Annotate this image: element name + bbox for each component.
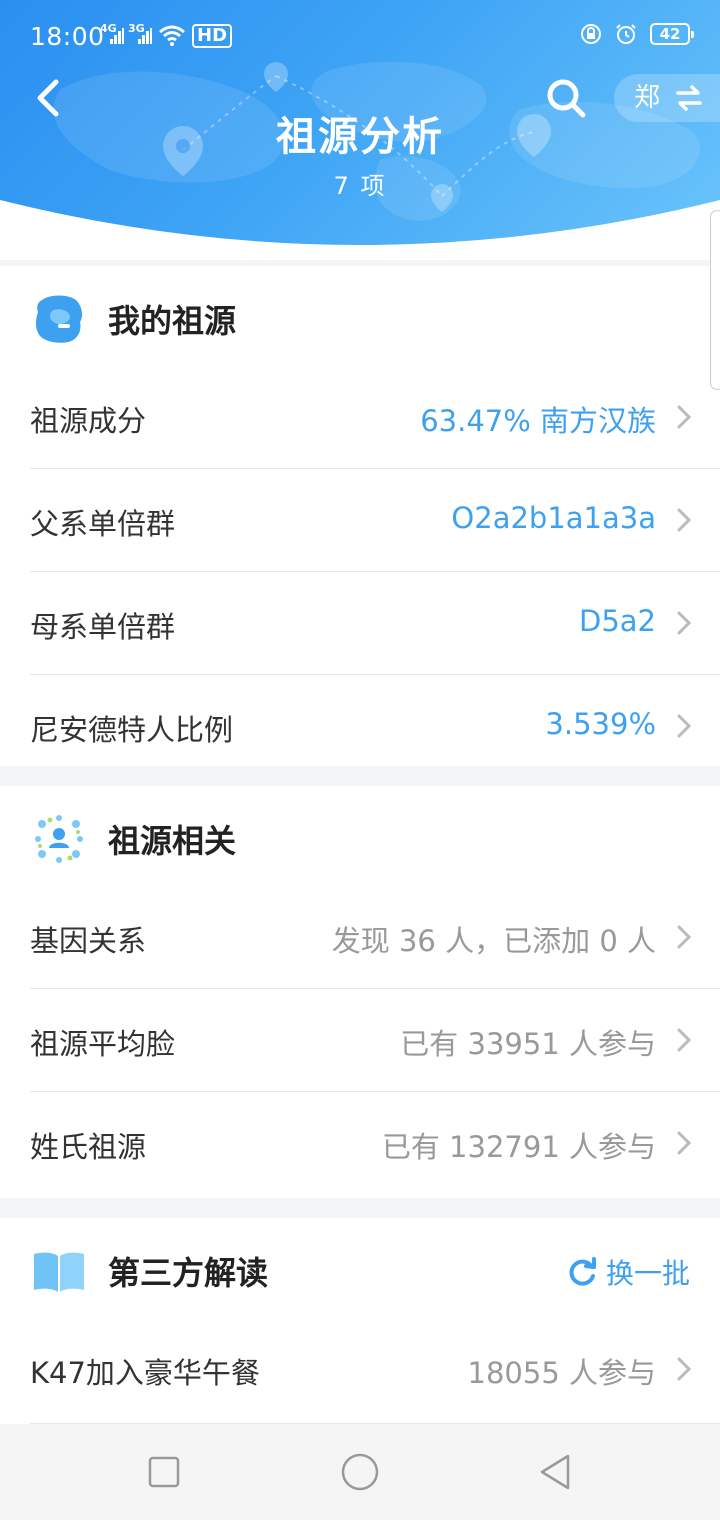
status-time: 18:00 [30,22,105,51]
hd-badge: HD [192,24,233,48]
row-value: 已有 33951 人参与 [400,1027,656,1061]
section-title: 第三方解读 [108,1254,269,1292]
section-header: 我的祖源 [0,266,720,366]
row-label: 基因关系 [30,924,147,958]
my-ancestry-card: 我的祖源 祖源成分 63.47% 南方汉族 父系单倍群 O2a2b1a1a3a … [0,266,720,766]
signal-bars-icon [110,28,124,44]
section-title: 我的祖源 [108,302,237,340]
system-navigation-bar [0,1424,720,1520]
page-subtitle: 7 项 [333,172,387,200]
chevron-right-icon [677,1131,692,1155]
chevron-right-icon [677,508,692,532]
chevron-right-icon [677,714,692,738]
row-value: 已有 132791 人参与 [381,1130,656,1164]
refresh-icon [569,1257,596,1286]
row-label: 母系单倍群 [30,610,176,644]
ancestry-map-icon [36,295,83,343]
recent-apps-icon[interactable] [144,1452,184,1492]
lock-rotation-icon [581,24,601,44]
third-party-card: 第三方解读 换一批 K47加入豪华午餐 18055 人参与 [0,1218,720,1424]
row-value: 3.539% [545,707,656,741]
list-item-average-face[interactable]: 祖源平均脸 已有 33951 人参与 [0,989,720,1092]
row-label: 姓氏祖源 [30,1130,147,1164]
refresh-label: 换一批 [605,1257,690,1290]
list-item-surname-ancestry[interactable]: 姓氏祖源 已有 132791 人参与 [0,1092,720,1195]
list-item-third-party-reading[interactable]: K47加入豪华午餐 18055 人参与 [0,1318,720,1424]
section-header: 祖源相关 [0,786,720,886]
battery-indicator: 42 [650,23,694,45]
row-value: 发现 36 人，已添加 0 人 [331,924,656,958]
row-label: 祖源成分 [30,404,147,438]
wifi-icon [159,25,185,46]
chevron-right-icon [677,1357,692,1381]
row-value: 63.47% 南方汉族 [420,404,656,438]
chevron-right-icon [677,611,692,635]
chevron-right-icon [677,925,692,949]
row-value: D5a2 [578,604,656,638]
alarm-icon [616,24,636,44]
list-item-ancestry-composition[interactable]: 祖源成分 63.47% 南方汉族 [0,366,720,469]
section-header: 第三方解读 换一批 [0,1218,720,1318]
row-value: 18055 人参与 [467,1356,656,1390]
status-bar: 18:00 4G 3G HD 42 [0,0,720,72]
ancestry-related-card: 祖源相关 基因关系 发现 36 人，已添加 0 人 祖源平均脸 已有 33951… [0,786,720,1198]
row-label: K47加入豪华午餐 [30,1356,260,1390]
list-item-neanderthal-ratio[interactable]: 尼安德特人比例 3.539% [0,675,720,778]
chevron-right-icon [677,1028,692,1052]
back-triangle-icon[interactable] [536,1452,576,1492]
row-value: O2a2b1a1a3a [451,501,656,535]
chevron-right-icon [677,405,692,429]
row-label: 父系单倍群 [30,507,176,541]
network-people-icon [35,815,83,863]
page-title: 祖源分析 [276,114,444,160]
section-title: 祖源相关 [108,822,237,860]
row-label: 祖源平均脸 [30,1027,176,1061]
book-icon [34,1252,84,1292]
row-label: 尼安德特人比例 [30,713,234,747]
list-item-genetic-relations[interactable]: 基因关系 发现 36 人，已添加 0 人 [0,886,720,989]
refresh-batch-button[interactable]: 换一批 [568,1252,690,1292]
list-item-paternal-haplogroup[interactable]: 父系单倍群 O2a2b1a1a3a [0,469,720,572]
home-icon[interactable] [340,1452,380,1492]
side-scroll-tab[interactable] [710,210,720,390]
list-item-maternal-haplogroup[interactable]: 母系单倍群 D5a2 [0,572,720,675]
signal-bars-icon [138,28,152,44]
